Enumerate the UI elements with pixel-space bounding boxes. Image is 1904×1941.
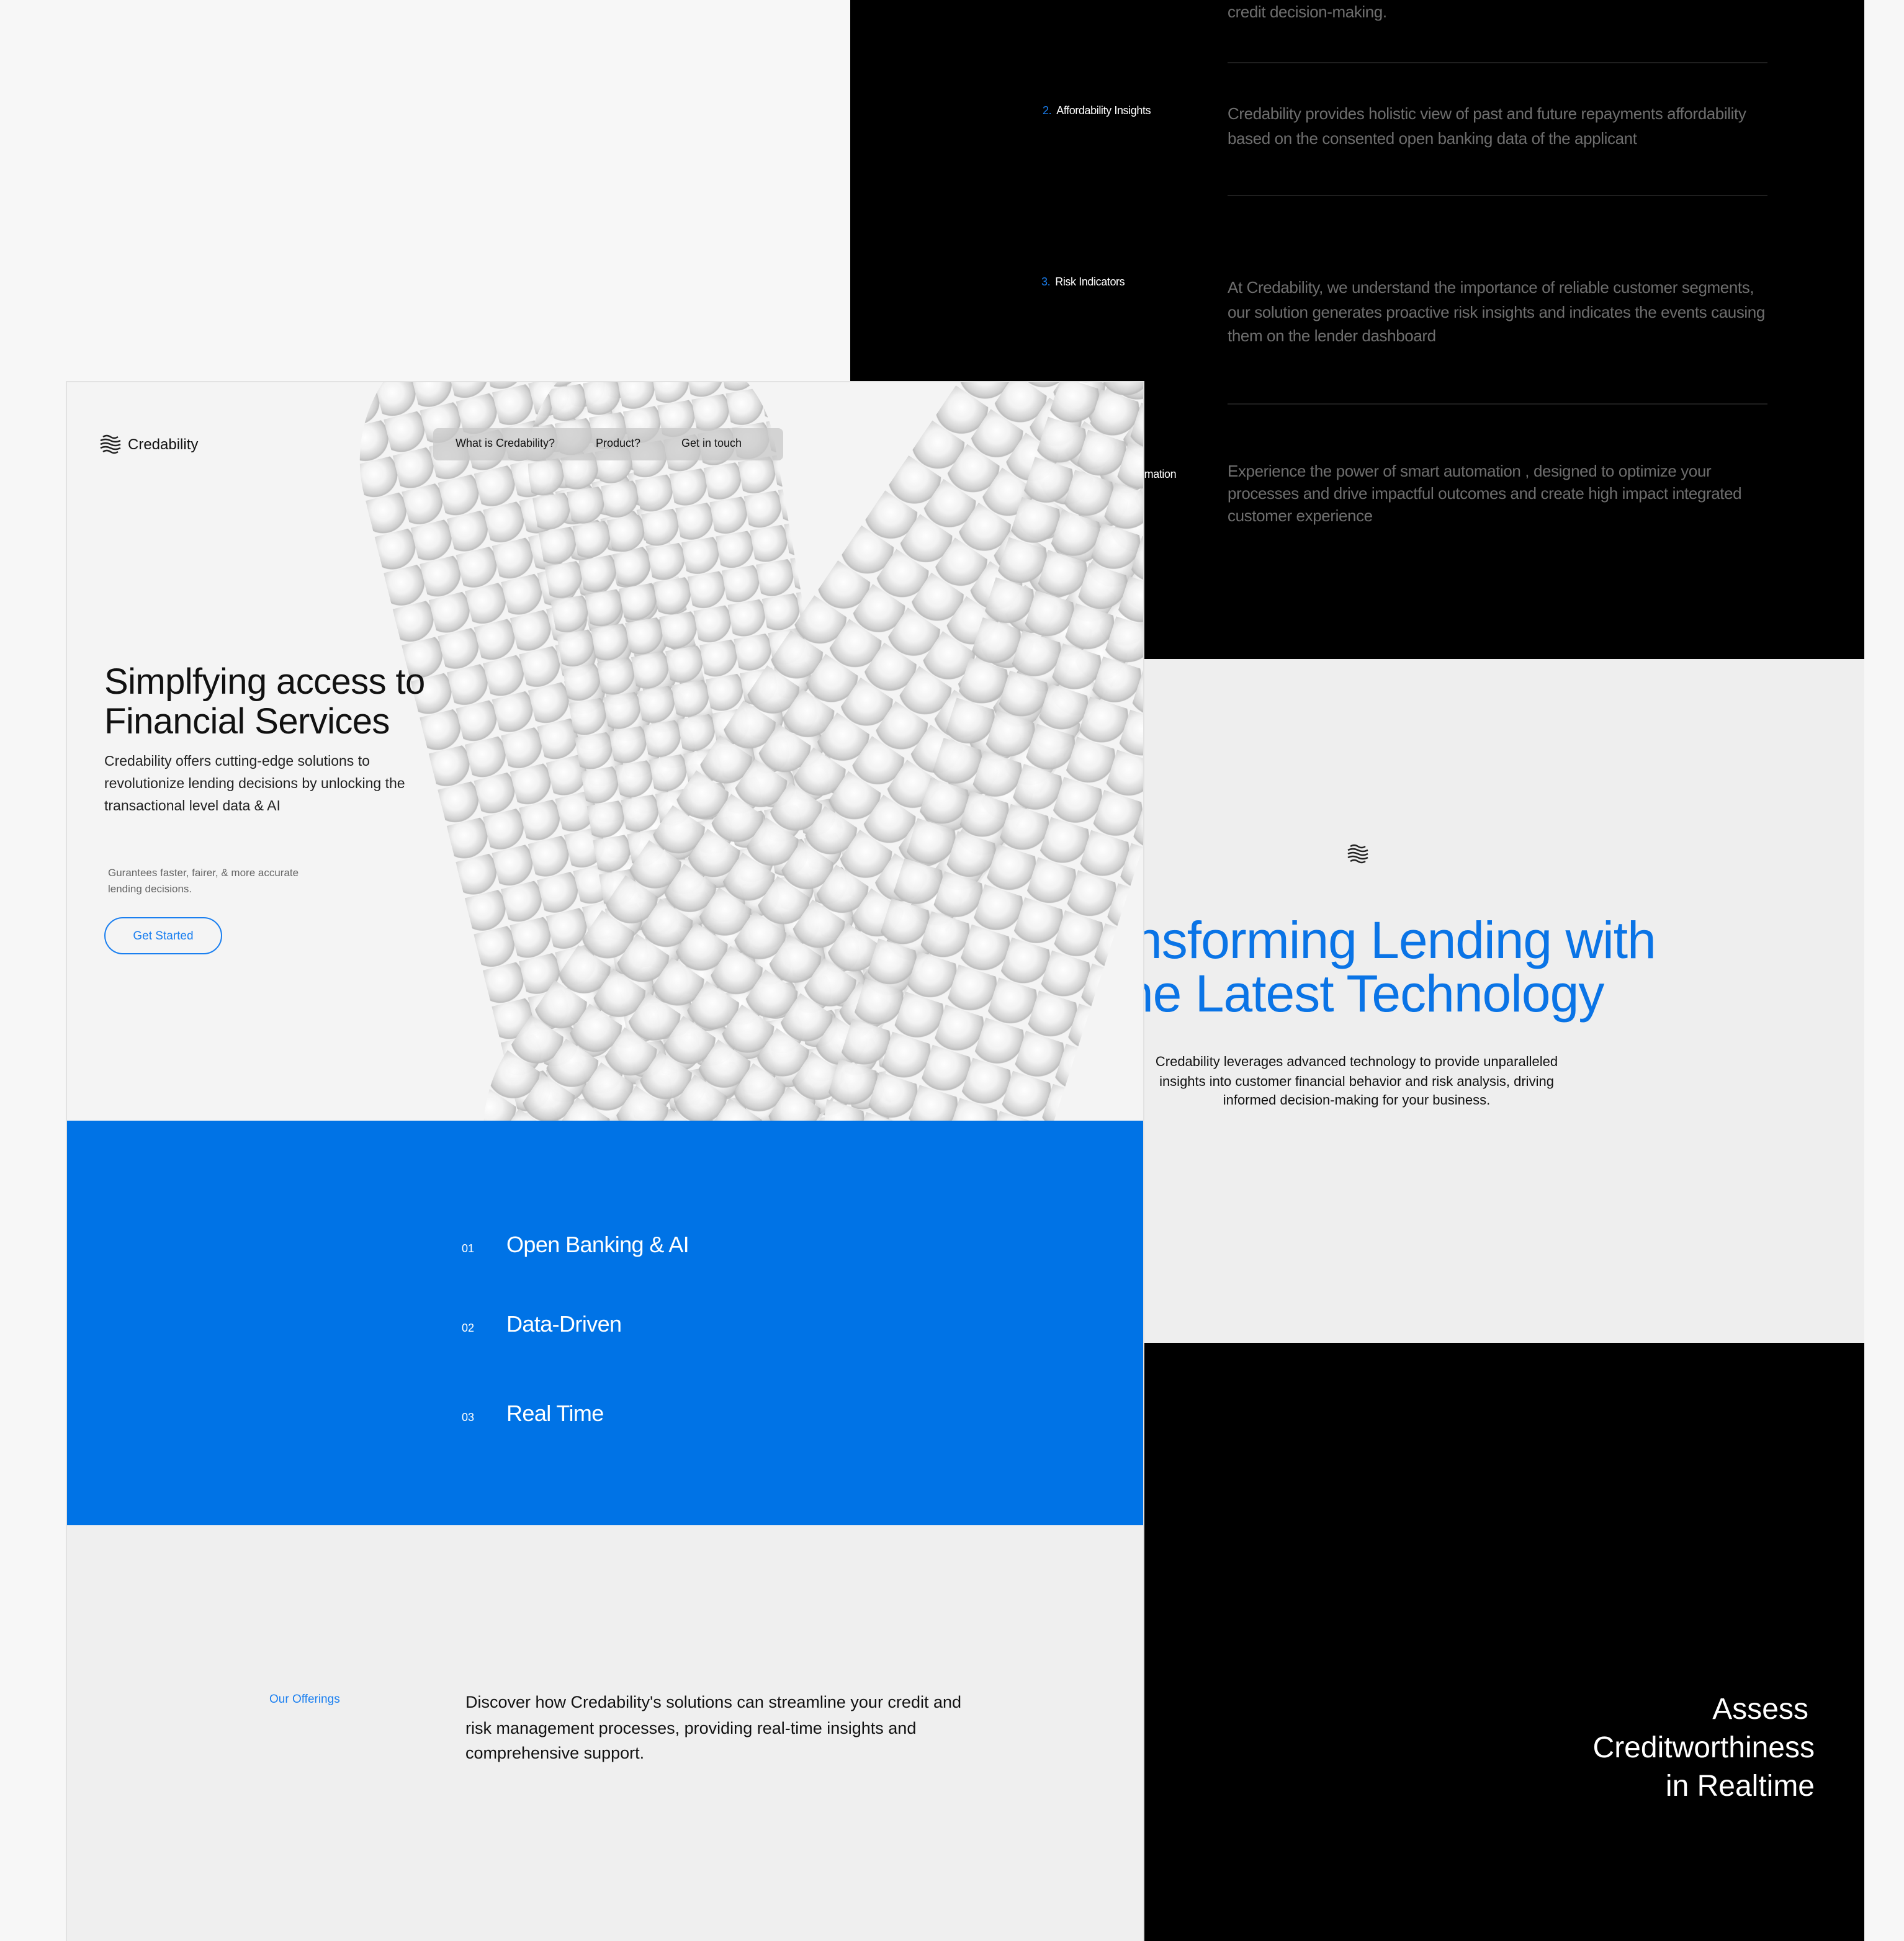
hero-title: Simplfying access to Financial Services	[104, 663, 425, 742]
offerings-section: Our Offerings Discover how Credability's…	[67, 1525, 1143, 1941]
divider	[1228, 62, 1767, 63]
assess-line: Assess	[1712, 1693, 1808, 1726]
logo-icon	[1347, 844, 1368, 864]
feature-label-risk: 3. Risk Indicators	[1041, 276, 1125, 288]
offerings-text: Discover how Credability's solutions can…	[465, 1693, 962, 1762]
hero-note: Gurantees faster, fairer, & more accurat…	[108, 866, 299, 895]
landing-page-card: Credability What is Credability? Product…	[66, 381, 1144, 1941]
feature-desc: Credability provides holistic view of pa…	[1228, 104, 1746, 147]
heading-line: the Latest Technology	[1110, 964, 1605, 1023]
nav-get-in-touch[interactable]: Get in touch	[681, 437, 742, 449]
highlight-item: 03 Real Time	[462, 1401, 604, 1427]
feature-title: Affordability Insights	[1056, 104, 1151, 117]
highlight-title: Open Banking & AI	[506, 1232, 689, 1257]
divider	[1228, 195, 1767, 196]
top-nav: What is Credability? Product? Get in tou…	[433, 428, 783, 460]
feature-number: 3.	[1041, 276, 1051, 288]
feature-desc-tail: credit decision-making.	[1228, 2, 1387, 21]
highlight-number: 01	[462, 1242, 475, 1255]
highlight-title: Data-Driven	[506, 1312, 622, 1337]
feature-desc: At Credability, we understand the import…	[1228, 278, 1765, 345]
technology-body: Credability leverages advanced technolog…	[1155, 1055, 1558, 1108]
nav-product[interactable]: Product?	[596, 437, 640, 449]
highlight-item: 02 Data-Driven	[462, 1312, 622, 1338]
feature-label-affordability: 2. Affordability Insights	[1043, 104, 1151, 117]
divider	[1228, 403, 1767, 405]
feature-desc: Experience the power of smart automation…	[1228, 462, 1742, 525]
highlight-number: 02	[462, 1322, 475, 1334]
brand-name: Credability	[128, 436, 199, 453]
feature-number: 2.	[1043, 104, 1052, 117]
brand-logo[interactable]: Credability	[98, 432, 198, 457]
highlight-number: 03	[462, 1411, 475, 1423]
highlights-section: 01 Open Banking & AI 02 Data-Driven 03 Real…	[67, 1121, 1143, 1525]
hero-lead: Credability offers cutting-edge solution…	[104, 755, 405, 814]
assess-line: Creditworthiness	[1592, 1731, 1815, 1765]
highlight-title: Real Time	[506, 1401, 604, 1426]
logo-icon	[100, 434, 121, 454]
nav-what-is-credability[interactable]: What is Credability?	[456, 437, 555, 449]
our-offerings-link[interactable]: Our Offerings	[269, 1693, 340, 1706]
get-started-button[interactable]: Get Started	[104, 917, 222, 954]
hero-section: Credability What is Credability? Product…	[67, 382, 1143, 1121]
title-line: Simplfying access to	[104, 663, 425, 702]
heading-line: Transforming Lending with	[1059, 911, 1656, 969]
assess-line: in Realtime	[1665, 1770, 1815, 1803]
feature-title: Risk Indicators	[1055, 276, 1125, 288]
highlight-item: 01 Open Banking & AI	[462, 1232, 689, 1258]
assess-heading: Assess Creditworthiness in Realtime	[1593, 1690, 1815, 1806]
title-line: Financial Services	[104, 702, 390, 742]
